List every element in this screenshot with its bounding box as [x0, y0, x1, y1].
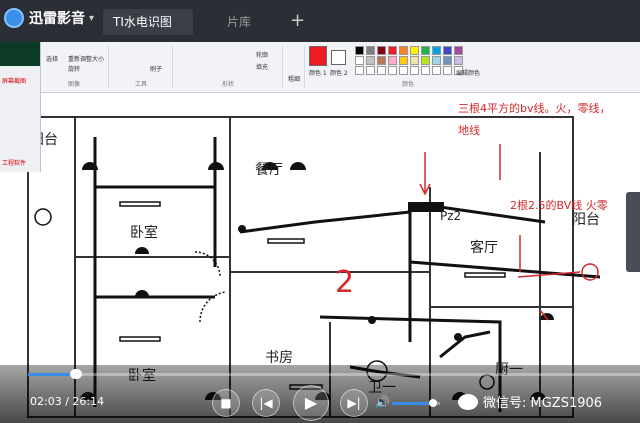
resize-tool: 重新调整大小 [68, 56, 105, 63]
time-separator: / [61, 395, 73, 408]
annotation-2-5mm-wires: 2根2.5的BV线 火零 [510, 199, 608, 212]
progress-knob[interactable] [70, 369, 83, 379]
room-label-living: 客厅 [470, 239, 498, 256]
watermark: 微信号: MGZS1906 [458, 392, 602, 411]
side-drawer-handle[interactable] [626, 192, 640, 272]
color2-label: 颜色 2 [330, 70, 348, 77]
color1-label: 颜色 1 [309, 70, 327, 77]
panel-label: Pz2 [440, 209, 461, 223]
xunlei-logo-icon [4, 8, 24, 28]
progress-bar[interactable] [28, 369, 640, 379]
red-markup [419, 144, 581, 321]
paint-ribbon: 选择 重新调整大小 旋转 图像 刷子 工具 轮廓 填充 形状 粗细 颜色 1 颜… [0, 42, 640, 93]
annotation-4mm-wires: 三根4平方的bv线。火，零线， [458, 102, 611, 115]
volume-slider[interactable] [392, 399, 440, 407]
annotation-4mm-wires-cont: 地线 [458, 124, 480, 137]
rotate-tool: 旋转 [68, 66, 81, 73]
ribbon-group-label: 形状 [221, 81, 234, 88]
select-tool: 选择 [46, 56, 59, 63]
volume-knob[interactable] [428, 399, 437, 407]
app-menu-chevron-icon[interactable]: ▾ [89, 13, 94, 24]
tab-current-video[interactable]: TI水电识图安 [103, 9, 193, 55]
play-icon: ▶ [304, 393, 318, 412]
outline-tool: 轮廓 [256, 52, 269, 59]
ribbon-group-label: 颜色 [401, 81, 414, 88]
brushes-tool: 刷子 [150, 66, 163, 73]
side-panel-footer: 工程软件 [2, 160, 27, 167]
stop-button[interactable]: ■ [212, 389, 240, 417]
progress-fill [28, 373, 77, 376]
fill-tool: 填充 [256, 64, 269, 71]
annotation-number: 2 [335, 265, 354, 300]
ribbon-group-label: 工具 [134, 81, 147, 88]
room-label-balcony-right: 阳台 [572, 212, 600, 228]
color1-swatch [309, 46, 327, 66]
room-label-dining: 餐厅 [255, 162, 283, 178]
color2-swatch [331, 50, 346, 65]
ribbon-group-tools: 刷子 工具 [110, 46, 173, 88]
new-tab-plus-icon[interactable]: + [290, 10, 305, 31]
room-label-study: 书房 [265, 350, 293, 366]
size-tool: 粗细 [288, 76, 301, 83]
video-area[interactable]: 选择 重新调整大小 旋转 图像 刷子 工具 轮廓 填充 形状 粗细 颜色 1 颜… [0, 42, 640, 423]
time-display: 02:03 / 26:14 [30, 395, 104, 408]
stop-icon: ■ [220, 396, 232, 410]
ribbon-group-shapes: 轮廓 填充 形状 [174, 46, 283, 88]
screenshot-side-panel: 屏幕截图 工程软件 [0, 42, 41, 172]
wechat-icon [458, 393, 478, 410]
volume-fill [392, 402, 433, 405]
ribbon-size: 粗细 [284, 46, 305, 88]
tab-library[interactable]: 片库 [198, 9, 280, 35]
side-panel-thumbnail [0, 42, 40, 66]
skip-forward-icon: ▶| [347, 396, 361, 410]
skip-back-icon: |◀ [259, 396, 273, 410]
ribbon-group-colors: 颜色 [354, 46, 462, 88]
app-name: 迅雷影音 [29, 11, 85, 27]
ribbon-group-label: 图像 [67, 81, 80, 88]
total-time: 26:14 [72, 395, 105, 408]
player-control-bar: 02:03 / 26:14 ■ |◀ ▶ ▶| 🔊 微信号: MGZS1906 [0, 365, 640, 423]
ribbon-group-image: 选择 重新调整大小 旋转 图像 [40, 46, 109, 88]
play-button[interactable]: ▶ [293, 385, 329, 421]
edit-colors-label: 编辑颜色 [456, 70, 481, 77]
room-label-bedroom-1: 卧室 [130, 224, 158, 241]
watermark-text: 微信号: MGZS1906 [483, 396, 603, 411]
side-panel-caption: 屏幕截图 [2, 78, 27, 85]
previous-button[interactable]: |◀ [252, 389, 280, 417]
volume-icon[interactable]: 🔊 [375, 395, 390, 409]
current-time: 02:03 [30, 395, 62, 408]
app-logo[interactable]: 迅雷影音 ▾ [4, 8, 94, 28]
next-button[interactable]: ▶| [340, 389, 368, 417]
title-bar: 迅雷影音 ▾ TI水电识图安 片库 + [0, 0, 640, 55]
